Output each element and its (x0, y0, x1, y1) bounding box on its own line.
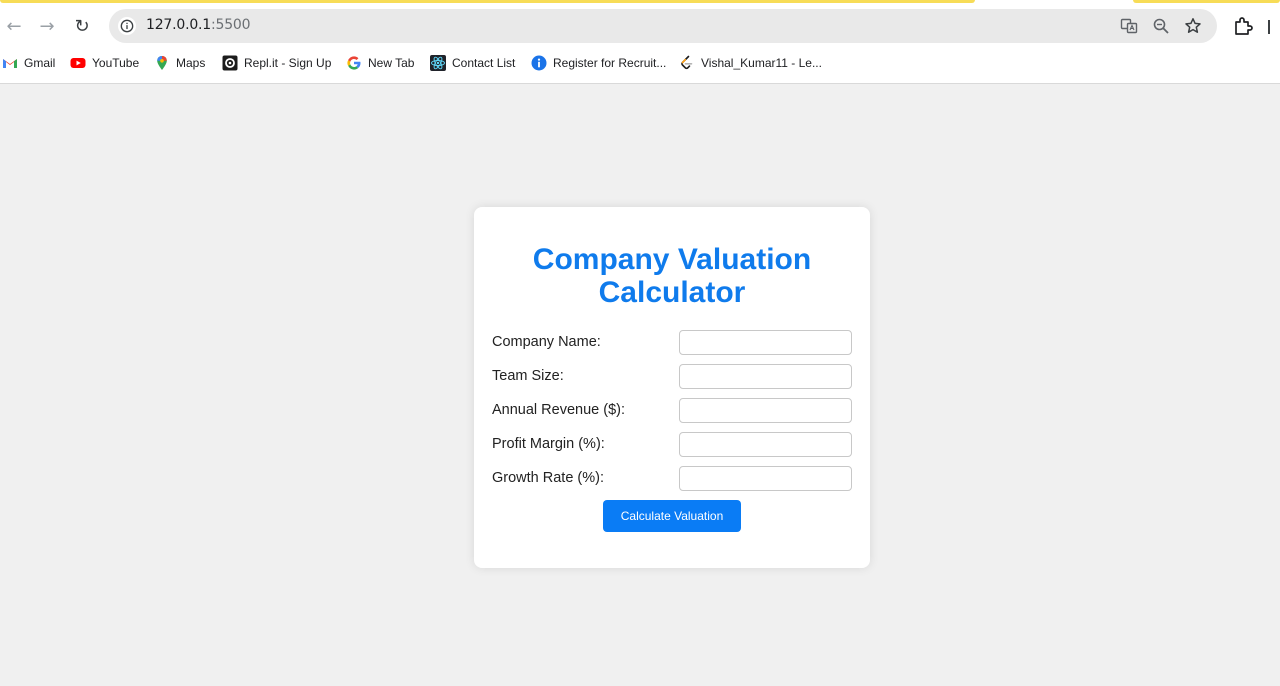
bookmark-leetcode[interactable]: Vishal_Kumar11 - Le... (679, 53, 822, 73)
valuation-form-card: Company Valuation Calculator Company Nam… (474, 207, 870, 568)
form-row-team-size: Team Size: (492, 364, 852, 390)
bookmark-label: Repl.it - Sign Up (244, 56, 332, 70)
gmail-icon (2, 55, 18, 71)
form-row-annual-revenue: Annual Revenue ($): (492, 398, 852, 424)
annual-revenue-label: Annual Revenue ($): (492, 402, 625, 418)
maps-icon (154, 55, 170, 71)
extensions-puzzle-icon[interactable] (1232, 15, 1254, 37)
react-icon (430, 55, 446, 71)
info-circle-icon (531, 55, 547, 71)
bookmark-star-icon[interactable] (1183, 16, 1203, 36)
bookmark-label: Gmail (24, 56, 56, 70)
translate-icon[interactable] (1119, 16, 1139, 36)
arrow-right-icon: → (39, 15, 55, 37)
forward-button[interactable]: → (33, 12, 61, 40)
bookmark-label: Maps (176, 56, 206, 70)
tab-highlight-strip-right (1133, 0, 1280, 3)
bookmark-label: Vishal_Kumar11 - Le... (701, 56, 822, 70)
youtube-icon (70, 55, 86, 71)
replit-icon (222, 55, 238, 71)
profile-edge[interactable] (1268, 20, 1280, 34)
bookmark-contact-list[interactable]: Contact List (430, 53, 515, 73)
team-size-input[interactable] (679, 364, 852, 389)
tab-highlight-strip (0, 0, 975, 3)
growth-rate-label: Growth Rate (%): (492, 470, 604, 486)
reload-button[interactable]: ↻ (68, 12, 96, 40)
zoom-icon[interactable] (1151, 16, 1171, 36)
bookmark-new-tab[interactable]: New Tab (346, 53, 414, 73)
google-icon (346, 55, 362, 71)
form-row-company-name: Company Name: (492, 330, 852, 356)
company-name-input[interactable] (679, 330, 852, 355)
profit-margin-input[interactable] (679, 432, 852, 457)
url-port: :5500 (211, 17, 251, 33)
profit-margin-label: Profit Margin (%): (492, 436, 605, 452)
growth-rate-input[interactable] (679, 466, 852, 491)
bookmarks-bar: Gmail YouTube Maps Repl.it - Sign Up New… (0, 50, 1280, 76)
annual-revenue-input[interactable] (679, 398, 852, 423)
bookmark-gmail[interactable]: Gmail (2, 53, 55, 73)
bookmark-replit[interactable]: Repl.it - Sign Up (222, 53, 331, 73)
page-title: Company Valuation Calculator (532, 243, 812, 309)
calculate-valuation-button[interactable]: Calculate Valuation (603, 500, 741, 532)
bookmark-register[interactable]: Register for Recruit... (531, 53, 666, 73)
bookmark-maps[interactable]: Maps (154, 53, 205, 73)
url-text[interactable]: 127.0.0.1:5500 (146, 17, 251, 33)
browser-toolbar: ← → ↻ 127.0.0.1:5500 Gmail YouTube Maps … (0, 0, 1280, 84)
bookmark-youtube[interactable]: YouTube (70, 53, 139, 73)
team-size-label: Team Size: (492, 368, 564, 384)
back-button[interactable]: ← (0, 12, 28, 40)
leetcode-icon (679, 55, 695, 71)
bookmark-label: Register for Recruit... (553, 56, 667, 70)
site-info-icon[interactable] (118, 17, 136, 35)
form-row-profit-margin: Profit Margin (%): (492, 432, 852, 458)
bookmark-label: Contact List (452, 56, 516, 70)
bookmark-label: New Tab (368, 56, 415, 70)
company-name-label: Company Name: (492, 334, 601, 350)
bookmark-label: YouTube (92, 56, 140, 70)
url-host: 127.0.0.1 (146, 17, 211, 33)
reload-icon: ↻ (74, 15, 90, 37)
form-row-growth-rate: Growth Rate (%): (492, 466, 852, 492)
address-bar[interactable]: 127.0.0.1:5500 (109, 9, 1217, 43)
arrow-left-icon: ← (6, 15, 22, 37)
